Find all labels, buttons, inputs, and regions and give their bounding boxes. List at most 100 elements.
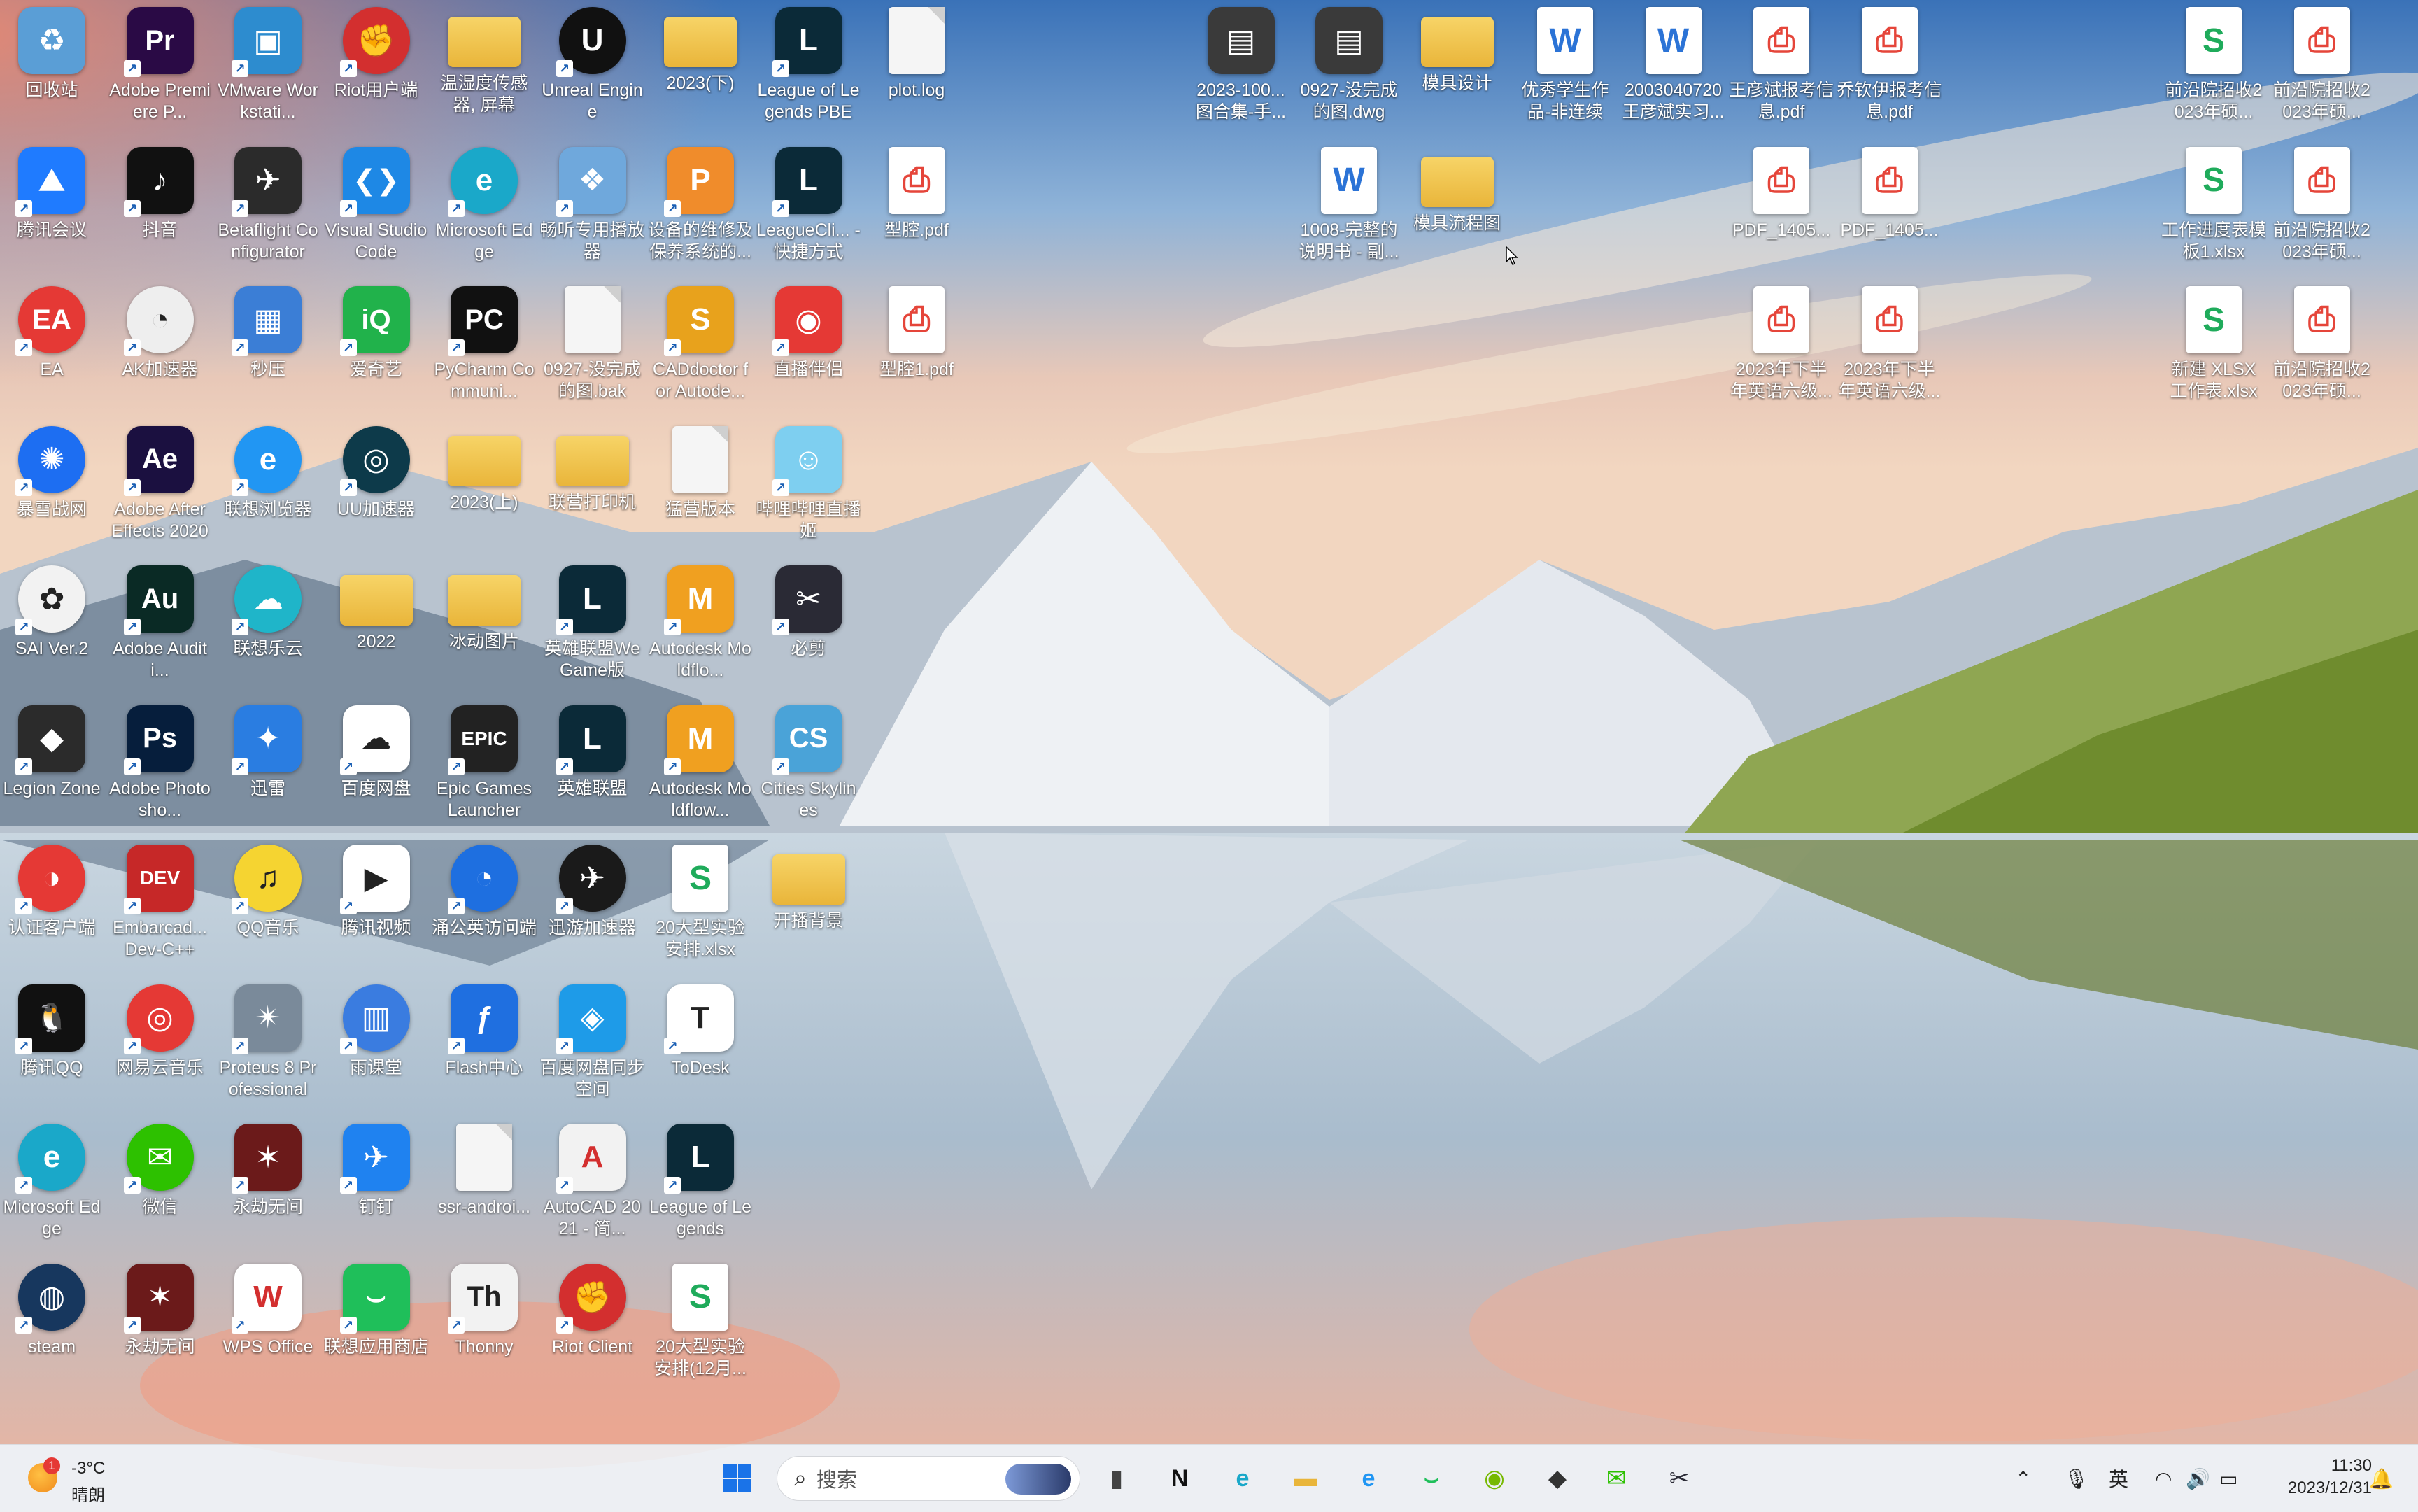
- desktop-icon[interactable]: DEV ↗ Embarcad... Dev-C++: [108, 838, 213, 975]
- desktop-icon[interactable]: L ↗ 英雄联盟WeGame版: [540, 558, 645, 695]
- desktop-icon[interactable]: ◉ ↗ 直播伴侣: [756, 279, 861, 416]
- desktop-icon[interactable]: ⎙ 前沿院招收2023年硕...: [2270, 140, 2375, 277]
- ime-indicator[interactable]: 英: [2109, 1445, 2128, 1512]
- desktop-icon[interactable]: ƒ ↗ Flash中心: [432, 977, 537, 1115]
- desktop-icon[interactable]: 联营打印机: [540, 419, 645, 556]
- desktop-icon[interactable]: 2023(上): [432, 419, 537, 556]
- desktop-icon[interactable]: 模具设计: [1405, 0, 1510, 137]
- desktop-icon[interactable]: plot.log: [864, 0, 969, 137]
- desktop-icon[interactable]: 0927-没完成的图.bak: [540, 279, 645, 416]
- desktop-icon[interactable]: ⎙ 型腔.pdf: [864, 140, 969, 277]
- desktop-icon[interactable]: ⎙ 乔钦伊报考信息.pdf: [1837, 0, 1942, 137]
- desktop-icon[interactable]: ▦ ↗ 秒压: [215, 279, 320, 416]
- desktop-icon[interactable]: M ↗ Autodesk Moldflo...: [648, 558, 753, 695]
- desktop-icon[interactable]: L ↗ League of Legends: [648, 1117, 753, 1254]
- desktop-icon[interactable]: S 20大型实验安排(12月...: [648, 1257, 753, 1394]
- desktop-icon[interactable]: ✶ ↗ 永劫无间: [215, 1117, 320, 1254]
- desktop-icon[interactable]: e ↗ Microsoft Edge: [432, 140, 537, 277]
- taskbar-wechat-icon[interactable]: ✉: [1595, 1457, 1637, 1499]
- notification-bell-icon[interactable]: 🔔: [2369, 1445, 2394, 1512]
- desktop-icon[interactable]: S 20大型实验安排.xlsx: [648, 838, 753, 975]
- desktop-icon[interactable]: ⎙ 王彦斌报考信息.pdf: [1729, 0, 1834, 137]
- taskbar-edge-icon[interactable]: e: [1222, 1457, 1264, 1499]
- taskbar-lenovo-browser-icon[interactable]: e: [1348, 1457, 1390, 1499]
- desktop-icon[interactable]: ☁ ↗ 百度网盘: [324, 698, 429, 835]
- desktop-icon[interactable]: L ↗ League of Legends PBE: [756, 0, 861, 137]
- desktop-icon[interactable]: ◍ ↗ steam: [0, 1257, 104, 1394]
- desktop-icon[interactable]: W ↗ WPS Office: [215, 1257, 320, 1394]
- desktop-icon[interactable]: ✶ ↗ 永劫无间: [108, 1257, 213, 1394]
- desktop-icon[interactable]: P ↗ 设备的维修及保养系统的...: [648, 140, 753, 277]
- desktop-icon[interactable]: ⎙ 型腔1.pdf: [864, 279, 969, 416]
- desktop-icon[interactable]: L ↗ LeagueCli... - 快捷方式: [756, 140, 861, 277]
- desktop-icon[interactable]: ⎙ PDF_1405...: [1729, 140, 1834, 277]
- battery-icon[interactable]: ▭: [2219, 1445, 2237, 1512]
- taskbar-notion-icon[interactable]: N: [1159, 1457, 1201, 1499]
- desktop-icon[interactable]: ☺ ↗ 哔哩哔哩直播姬: [756, 419, 861, 556]
- weather-widget[interactable]: 1 -3°C 晴朗: [25, 1453, 165, 1505]
- desktop-icon[interactable]: ⎙ PDF_1405...: [1837, 140, 1942, 277]
- desktop-icon[interactable]: ✴ ↗ Proteus 8 Professional: [215, 977, 320, 1115]
- start-button[interactable]: [716, 1457, 758, 1499]
- desktop-icon[interactable]: W 优秀学生作品-非连续内...: [1513, 0, 1618, 137]
- desktop-icon[interactable]: S ↗ CADdoctor for Autode...: [648, 279, 753, 416]
- desktop-icon[interactable]: 模具流程图: [1405, 140, 1510, 277]
- desktop-icon[interactable]: ✈ ↗ Betaflight Configurator: [215, 140, 320, 277]
- desktop-icon[interactable]: PC ↗ PyCharm Communi...: [432, 279, 537, 416]
- taskbar-bijian-icon[interactable]: ✂: [1658, 1457, 1700, 1499]
- desktop-icon[interactable]: U ↗ Unreal Engine: [540, 0, 645, 137]
- desktop-icon[interactable]: L ↗ 英雄联盟: [540, 698, 645, 835]
- desktop-icon[interactable]: W 1008-完整的说明书 - 副...: [1296, 140, 1401, 277]
- desktop-icon[interactable]: ◔ ↗ AK加速器: [108, 279, 213, 416]
- taskbar-file-explorer-icon[interactable]: ▬: [1285, 1457, 1327, 1499]
- desktop-icon[interactable]: ▤ 2023-100... 图合集-手...: [1189, 0, 1294, 137]
- desktop-icon[interactable]: S 前沿院招收2023年硕...: [2161, 0, 2266, 137]
- desktop-icon[interactable]: ⎙ 2023年下半年英语六级...: [1837, 279, 1942, 416]
- desktop-icon[interactable]: ✈ ↗ 钉钉: [324, 1117, 429, 1254]
- desktop-icon[interactable]: ssr-androi...: [432, 1117, 537, 1254]
- desktop-icon[interactable]: ⎙ 前沿院招收2023年硕...: [2270, 0, 2375, 137]
- desktop-icon[interactable]: e ↗ 联想浏览器: [215, 419, 320, 556]
- desktop-icon[interactable]: 🐧 ↗ 腾讯QQ: [0, 977, 104, 1115]
- desktop-icon[interactable]: ✈ ↗ 迅游加速器: [540, 838, 645, 975]
- desktop-icon[interactable]: 冰动图片: [432, 558, 537, 695]
- desktop-icon[interactable]: ⎙ 2023年下半年英语六级...: [1729, 279, 1834, 416]
- desktop-icon[interactable]: ◎ ↗ 网易云音乐: [108, 977, 213, 1115]
- taskbar-clock[interactable]: 11:30 2023/12/31: [2267, 1455, 2372, 1499]
- desktop-icon[interactable]: EA ↗ EA: [0, 279, 104, 416]
- desktop-icon[interactable]: T ↗ ToDesk: [648, 977, 753, 1115]
- microphone-icon[interactable]: 🎙: [2064, 1445, 2089, 1512]
- taskbar-search-input[interactable]: ⌕ 搜索: [777, 1456, 1080, 1501]
- taskbar-lenovo-store-icon[interactable]: ⌣: [1410, 1457, 1452, 1499]
- desktop-icon[interactable]: Pr ↗ Adobe Premiere P...: [108, 0, 213, 137]
- desktop-icon[interactable]: S 工作进度表模板1.xlsx: [2161, 140, 2266, 277]
- desktop-icon[interactable]: 温湿度传感器, 屏幕: [432, 0, 537, 137]
- desktop-icon[interactable]: ✺ ↗ 暴雪战网: [0, 419, 104, 556]
- desktop-icon[interactable]: ▶ ↗ 腾讯视频: [324, 838, 429, 975]
- desktop-icon[interactable]: 2023(下): [648, 0, 753, 137]
- desktop-icon[interactable]: ⌣ ↗ 联想应用商店: [324, 1257, 429, 1394]
- desktop-icon[interactable]: ◈ ↗ 百度网盘同步空间: [540, 977, 645, 1115]
- desktop-icon[interactable]: ▥ ↗ 雨课堂: [324, 977, 429, 1115]
- taskbar-task-view-icon[interactable]: ▮: [1096, 1457, 1138, 1499]
- desktop-icon[interactable]: ◔ ↗ 涌公英访问端: [432, 838, 537, 975]
- desktop-icon[interactable]: ✂ ↗ 必剪: [756, 558, 861, 695]
- desktop-icon[interactable]: Ps ↗ Adobe Photosho...: [108, 698, 213, 835]
- desktop-icon[interactable]: ❖ ↗ 畅听专用播放器: [540, 140, 645, 277]
- desktop-icon[interactable]: ✉ ↗ 微信: [108, 1117, 213, 1254]
- desktop-icon[interactable]: A ↗ AutoCAD 2021 - 简...: [540, 1117, 645, 1254]
- volume-icon[interactable]: 🔊: [2186, 1445, 2210, 1512]
- taskbar-nvidia-icon[interactable]: ◉: [1473, 1457, 1515, 1499]
- desktop-icon[interactable]: 猛营版本: [648, 419, 753, 556]
- desktop-icon[interactable]: ◑ ↗ 认证客户端: [0, 838, 104, 975]
- taskbar-legion-zone-icon[interactable]: ◆: [1536, 1457, 1578, 1499]
- desktop-icon[interactable]: ◎ ↗ UU加速器: [324, 419, 429, 556]
- desktop-icon[interactable]: e ↗ Microsoft Edge: [0, 1117, 104, 1254]
- desktop-icon[interactable]: EPIC ↗ Epic Games Launcher: [432, 698, 537, 835]
- show-hidden-icons-button[interactable]: ⌃: [2015, 1445, 2031, 1512]
- desktop-icon[interactable]: W 2003040720王彦斌实习...: [1621, 0, 1726, 137]
- desktop-icon[interactable]: ❮❯ ↗ Visual Studio Code: [324, 140, 429, 277]
- wifi-icon[interactable]: ◠: [2155, 1445, 2172, 1512]
- desktop-icon[interactable]: ✊ ↗ Riot用户端: [324, 0, 429, 137]
- desktop-icon[interactable]: M ↗ Autodesk Moldflow...: [648, 698, 753, 835]
